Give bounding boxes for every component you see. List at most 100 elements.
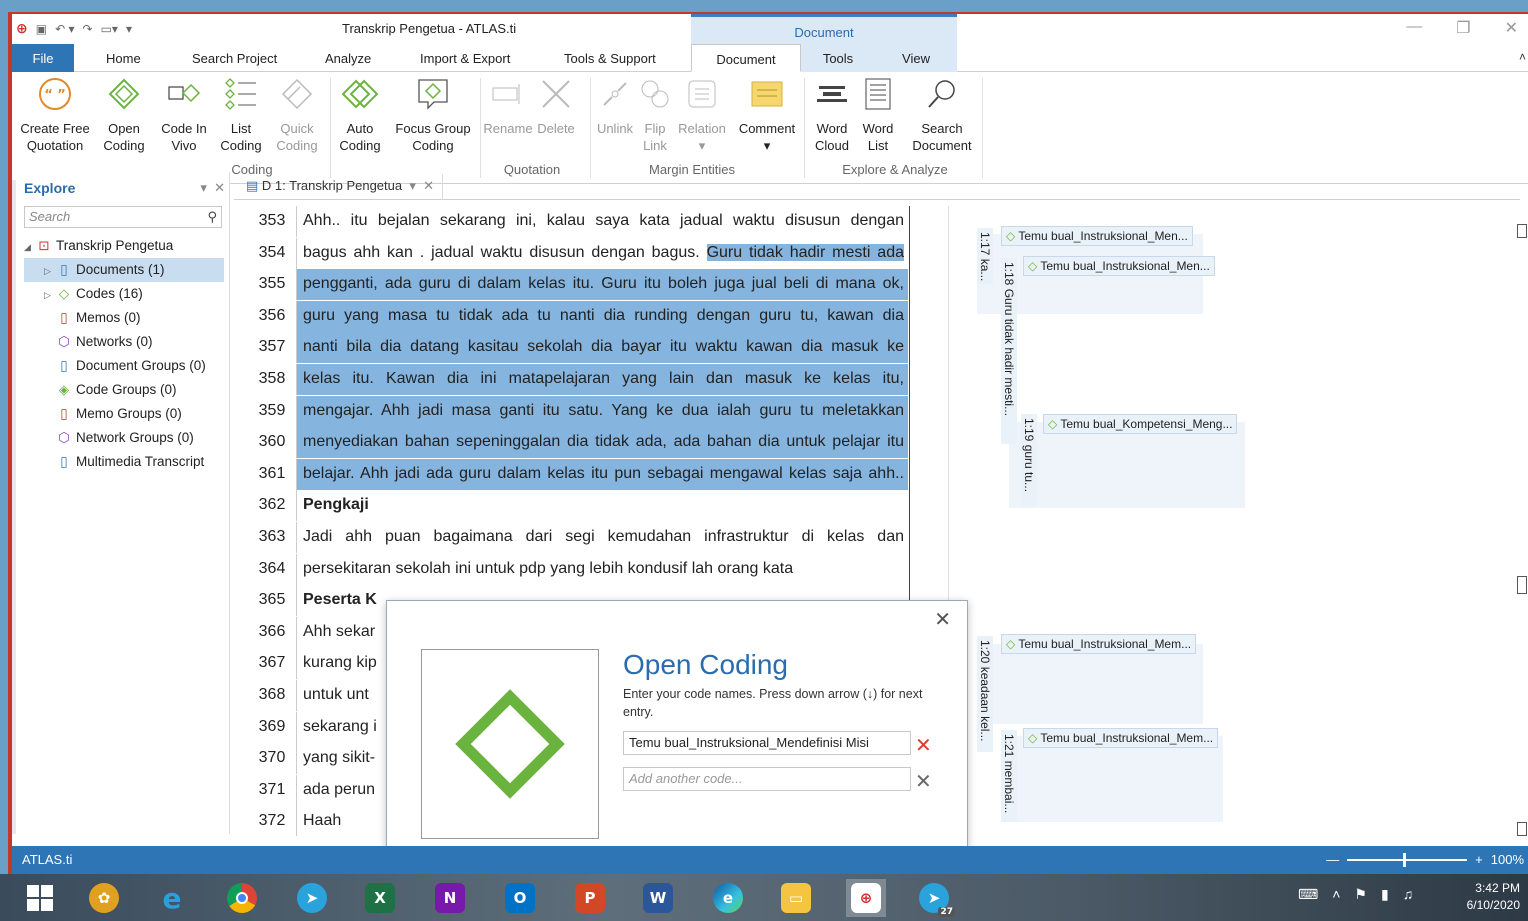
tab-import-export[interactable]: Import & Export bbox=[420, 44, 510, 72]
tree-item-documents[interactable]: ▷ ▯ Documents (1) bbox=[24, 258, 224, 282]
line-text[interactable]: belajar. Ahh jadi ada guru dalam kelas i… bbox=[296, 458, 908, 490]
volume-icon[interactable]: ♫ bbox=[1403, 886, 1414, 903]
tab-view[interactable]: View bbox=[875, 44, 957, 72]
taskbar-atlasti[interactable]: ⊕ bbox=[846, 879, 886, 917]
tab-document[interactable]: Document bbox=[691, 44, 801, 72]
line-text[interactable]: kelas itu. Kawan dia ini matapelajaran y… bbox=[296, 364, 908, 395]
highlighted-quotation[interactable]: Guru tidak hadir mesti ada bbox=[706, 243, 904, 261]
relation-button[interactable]: Relation ▾ bbox=[676, 74, 728, 154]
line-text[interactable]: pengganti, ada guru di dalam kelas itu. … bbox=[296, 269, 908, 301]
focus-group-coding-button[interactable]: Focus Group Coding bbox=[390, 74, 476, 154]
tree-item-multimedia-transcript[interactable]: ▯ Multimedia Transcript bbox=[24, 450, 224, 474]
window-layout-icon[interactable]: ▭▾ bbox=[101, 22, 118, 36]
code-name-input[interactable]: Temu bual_Instruksional_Mendefinisi Misi bbox=[623, 731, 911, 755]
line-text[interactable]: guru yang masa tu tidak ada tu nanti dia… bbox=[296, 300, 908, 332]
delete-button[interactable]: Delete bbox=[534, 74, 578, 137]
code-label[interactable]: ◇ Temu bual_Instruksional_Mem... bbox=[1023, 728, 1219, 748]
redo-icon[interactable]: ↷ bbox=[83, 22, 93, 36]
undo-icon[interactable]: ↶ ▾ bbox=[55, 22, 74, 36]
tab-tools-support[interactable]: Tools & Support bbox=[564, 44, 656, 72]
panel-controls[interactable]: ▾ ✕ bbox=[200, 180, 225, 196]
taskbar-chrome[interactable] bbox=[222, 879, 262, 917]
tab-home[interactable]: Home bbox=[106, 44, 141, 72]
code-label[interactable]: ◇ Temu bual_Instruksional_Men... bbox=[1023, 256, 1215, 276]
taskbar-excel[interactable]: X bbox=[360, 879, 400, 917]
customize-toolbar-icon[interactable]: ▾ bbox=[126, 22, 132, 36]
add-code-input[interactable]: Add another code... bbox=[623, 767, 911, 791]
tree-item-network-groups[interactable]: ⬡ Network Groups (0) bbox=[24, 426, 224, 450]
tray-expand-icon[interactable]: ˄ bbox=[1332, 886, 1340, 903]
remove-code-icon[interactable]: ✕ bbox=[915, 733, 932, 758]
scroll-up-button[interactable] bbox=[1517, 224, 1527, 238]
open-coding-button[interactable]: Open Coding bbox=[100, 74, 148, 154]
zoom-slider[interactable] bbox=[1347, 852, 1468, 867]
quotation-1-20[interactable]: 1:20 keadaan kel... bbox=[977, 636, 993, 752]
taskbar-file-explorer[interactable]: ▭ bbox=[776, 879, 816, 917]
quotation-1-19[interactable]: 1:19 guru tu... bbox=[1021, 414, 1037, 506]
explore-search-input[interactable]: Search ⚲ bbox=[24, 206, 222, 228]
tab-file[interactable]: File bbox=[12, 44, 74, 72]
quotation-1-21[interactable]: 1:21 membai... bbox=[1001, 730, 1017, 822]
unlink-button[interactable]: Unlink bbox=[592, 74, 638, 137]
taskbar-powerpoint[interactable]: P bbox=[570, 879, 610, 917]
dialog-close-icon[interactable]: ✕ bbox=[934, 607, 951, 632]
rename-button[interactable]: Rename bbox=[482, 74, 534, 137]
line-text[interactable]: Pengkaji bbox=[296, 490, 908, 522]
word-list-button[interactable]: Word List bbox=[856, 74, 900, 154]
taskbar-telegram[interactable]: ➤ bbox=[292, 879, 332, 917]
tree-root[interactable]: ◢ ⊡ Transkrip Pengetua bbox=[24, 234, 224, 258]
taskbar-onenote[interactable]: N bbox=[430, 879, 470, 917]
line-text[interactable]: mengajar. Ahh jadi masa ganti itu satu. … bbox=[296, 395, 908, 427]
quick-coding-button[interactable]: Quick Coding bbox=[272, 74, 322, 154]
line-text[interactable]: menyediakan bahan sepeninggalan dia tida… bbox=[296, 427, 908, 459]
system-clock[interactable]: 3:42 PM 6/10/2020 bbox=[1467, 880, 1520, 914]
code-label[interactable]: ◇ Temu bual_Instruksional_Mem... bbox=[1001, 634, 1197, 654]
collapse-ribbon-icon[interactable]: ˄ bbox=[1519, 50, 1526, 64]
tab-search-project[interactable]: Search Project bbox=[192, 44, 277, 72]
taskbar-word[interactable]: W bbox=[638, 879, 678, 917]
taskbar-outlook[interactable]: O bbox=[500, 879, 540, 917]
line-text[interactable]: persekitaran sekolah ini untuk pdp yang … bbox=[296, 553, 908, 585]
close-icon[interactable]: ✕ bbox=[1505, 18, 1518, 38]
battery-icon[interactable]: ▮ bbox=[1381, 886, 1389, 903]
minimize-icon[interactable]: — bbox=[1406, 18, 1422, 38]
tree-item-memo-groups[interactable]: ▯ Memo Groups (0) bbox=[24, 402, 224, 426]
tab-tools[interactable]: Tools bbox=[801, 44, 875, 72]
list-coding-button[interactable]: List Coding bbox=[216, 74, 266, 154]
tree-item-networks[interactable]: ⬡ Networks (0) bbox=[24, 330, 224, 354]
start-button[interactable] bbox=[20, 879, 60, 917]
comment-button[interactable]: Comment ▾ bbox=[734, 74, 800, 154]
restore-icon[interactable]: ❐ bbox=[1456, 18, 1470, 38]
tab-close-icon[interactable]: ✕ bbox=[420, 178, 434, 193]
search-document-button[interactable]: Search Document bbox=[906, 74, 978, 154]
tab-analyze[interactable]: Analyze bbox=[325, 44, 371, 72]
zoom-in-icon[interactable]: + bbox=[1475, 852, 1483, 867]
code-label[interactable]: ◇ Temu bual_Kompetensi_Meng... bbox=[1043, 414, 1238, 434]
flip-link-button[interactable]: Flip Link bbox=[638, 74, 672, 154]
taskbar-edge[interactable]: e bbox=[708, 879, 748, 917]
clear-code-icon[interactable]: ✕ bbox=[915, 769, 932, 794]
left-collapse-bar[interactable] bbox=[12, 180, 16, 834]
save-icon[interactable]: ▣ bbox=[36, 22, 47, 36]
create-free-quotation-button[interactable]: “ ” Create Free Quotation bbox=[20, 74, 90, 154]
tree-item-memos[interactable]: ▯ Memos (0) bbox=[24, 306, 224, 330]
auto-coding-button[interactable]: Auto Coding bbox=[336, 74, 384, 154]
taskbar-internet-explorer[interactable]: e bbox=[152, 879, 192, 917]
document-tab[interactable]: ▤ D 1: Transkrip Pengetua ▾ ✕ bbox=[238, 174, 444, 200]
line-text[interactable]: Ahh.. itu bejalan sekarang ini, kalau sa… bbox=[296, 206, 908, 237]
taskbar-telegram-2[interactable]: ➤ 27 bbox=[914, 879, 955, 917]
taskbar-app-1[interactable]: ✿ bbox=[84, 879, 124, 917]
line-text[interactable]: nanti bila dia datang kasitau sekolah di… bbox=[296, 332, 908, 364]
scrollbar-thumb[interactable] bbox=[1517, 576, 1527, 594]
line-text[interactable]: Jadi ahh puan bagaimana dari segi kemuda… bbox=[296, 522, 908, 553]
tree-item-code-groups[interactable]: ◈ Code Groups (0) bbox=[24, 378, 224, 402]
network-icon[interactable]: ⚑ bbox=[1354, 886, 1367, 903]
quotation-1-17[interactable]: 1:17 ka... bbox=[977, 228, 993, 284]
word-cloud-button[interactable]: Word Cloud bbox=[810, 74, 854, 154]
keyboard-icon[interactable]: ⌨ bbox=[1298, 886, 1318, 903]
quotation-1-18[interactable]: 1:18 Guru tidak hadir mesti... bbox=[1001, 258, 1017, 444]
zoom-out-icon[interactable]: — bbox=[1326, 852, 1339, 867]
tree-item-document-groups[interactable]: ▯ Document Groups (0) bbox=[24, 354, 224, 378]
line-text[interactable]: bagus ahh kan . jadual waktu disusun den… bbox=[296, 237, 908, 269]
code-label[interactable]: ◇ Temu bual_Instruksional_Men... bbox=[1001, 226, 1193, 246]
